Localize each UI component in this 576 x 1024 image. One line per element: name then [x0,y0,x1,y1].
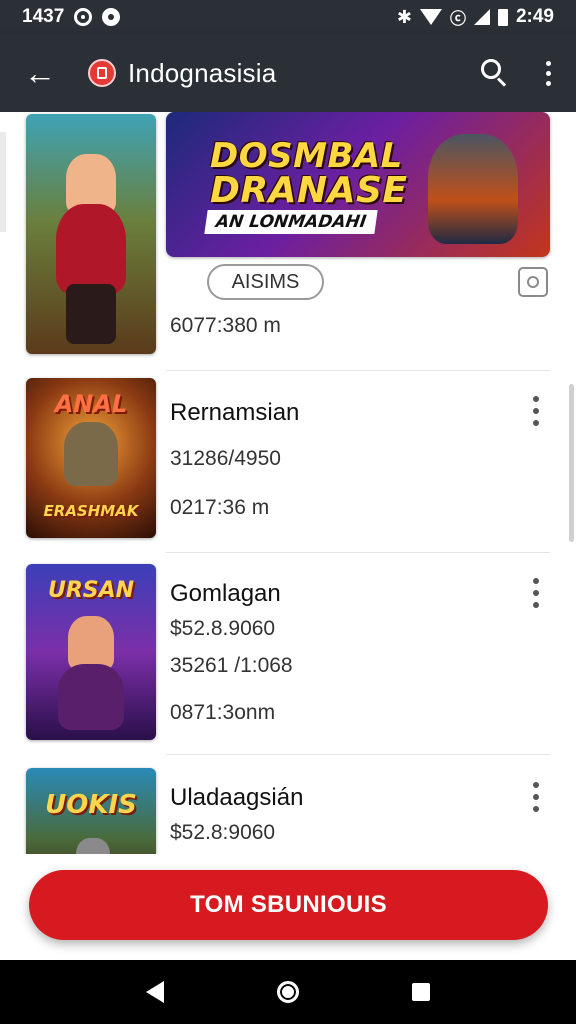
banner-character [428,134,518,244]
thumbnail-title: UOKIS [45,790,137,820]
app-actions [474,53,558,93]
thumbnail-character [64,422,118,486]
more-vert-icon [533,396,539,402]
item-price: $52.8:9060 [170,821,276,844]
more-vert-icon [533,782,539,788]
more-vert-dot [533,794,539,800]
divider [166,754,550,755]
item-thumbnail[interactable]: UOKIS [26,768,156,854]
item-time: 0871:3onm [170,701,276,724]
item-time: 0217:36 m [170,496,270,519]
featured-thumbnail[interactable] [26,114,156,354]
search-icon-handle [496,77,507,87]
scrollbar[interactable] [569,384,574,542]
item-thumbnail[interactable]: ANAL ERASHMAK [26,378,156,538]
status-clock: 2:49 [515,6,554,27]
item-title[interactable]: Uladaagsián [170,784,303,812]
divider [166,552,550,553]
item-thumbnail[interactable]: URSAN [26,564,156,740]
app-title: Indognasisia [128,57,277,88]
search-button[interactable] [474,53,514,93]
item-detail: 35261 /1:068 [170,654,293,677]
status-left: 1437 [22,6,121,28]
more-vert-dot [533,420,539,426]
featured-meta: 6077:380 m [170,314,281,337]
featured-chip[interactable]: AISIMS [207,264,324,300]
system-nav-bar [0,960,576,1024]
thumbnail-body [58,664,124,730]
signal-icon [473,9,490,25]
more-vert-icon [533,578,539,584]
nav-back-icon[interactable] [146,981,165,1003]
primary-action-button[interactable]: TOM SBUNIOUIS [29,870,548,940]
more-vert-dot [533,590,539,596]
item-more-button[interactable] [528,578,544,608]
nav-recents-icon[interactable] [411,983,430,1001]
status-bar: 1437 ✱ ⓒ 2:49 [0,0,576,34]
more-vert-dot [533,806,539,812]
thumbnail-title: ANAL [54,390,128,418]
item-price: $52.8.9060 [170,617,276,640]
more-vert-dot [533,408,539,414]
divider [166,370,550,371]
thumbnail-title: URSAN [47,578,135,603]
arrow-left-icon: ← [24,54,56,91]
nav-home-icon[interactable] [276,981,299,1003]
item-more-button[interactable] [528,782,544,812]
status-right: ✱ ⓒ 2:49 [397,5,554,29]
more-vert-dot [545,70,551,76]
more-vert-dot [533,602,539,608]
content-list[interactable]: DOSMBAL DRANASE AN LONMADAHI AISIMS 6077… [0,112,576,854]
sim-icon: ⓒ [449,11,466,28]
item-title[interactable]: Rernamsian [170,399,299,427]
hero-legs [66,284,116,344]
more-vert-icon [545,60,551,66]
banner-title-line2: DRANASE [210,170,408,211]
app-logo-icon [88,59,116,87]
bluetooth-icon: ✱ [396,6,412,27]
featured-banner[interactable]: DOSMBAL DRANASE AN LONMADAHI [166,112,550,257]
app-bar: ← Indognasisia [0,34,576,112]
item-detail: 31286/4950 [170,447,281,470]
item-title[interactable]: Gomlagan [170,580,281,608]
hero-armor [56,204,126,294]
more-vert-dot [545,80,551,86]
back-button[interactable]: ← [18,51,62,95]
media-icon [102,8,121,26]
battery-icon [497,8,508,26]
left-edge-shadow [0,132,6,232]
share-icon [527,276,539,288]
thumbnail-character [76,838,110,854]
thumbnail-character [68,616,114,670]
thumbnail-subtitle: ERASHMAK [43,502,139,520]
banner-subtitle: AN LONMADAHI [204,210,378,234]
share-button[interactable] [518,267,548,297]
status-time: 1437 [22,6,65,27]
notification-icon [74,8,93,26]
search-icon [481,59,501,79]
item-more-button[interactable] [528,396,544,426]
overflow-menu-button[interactable] [538,53,558,93]
wifi-icon [419,9,442,25]
